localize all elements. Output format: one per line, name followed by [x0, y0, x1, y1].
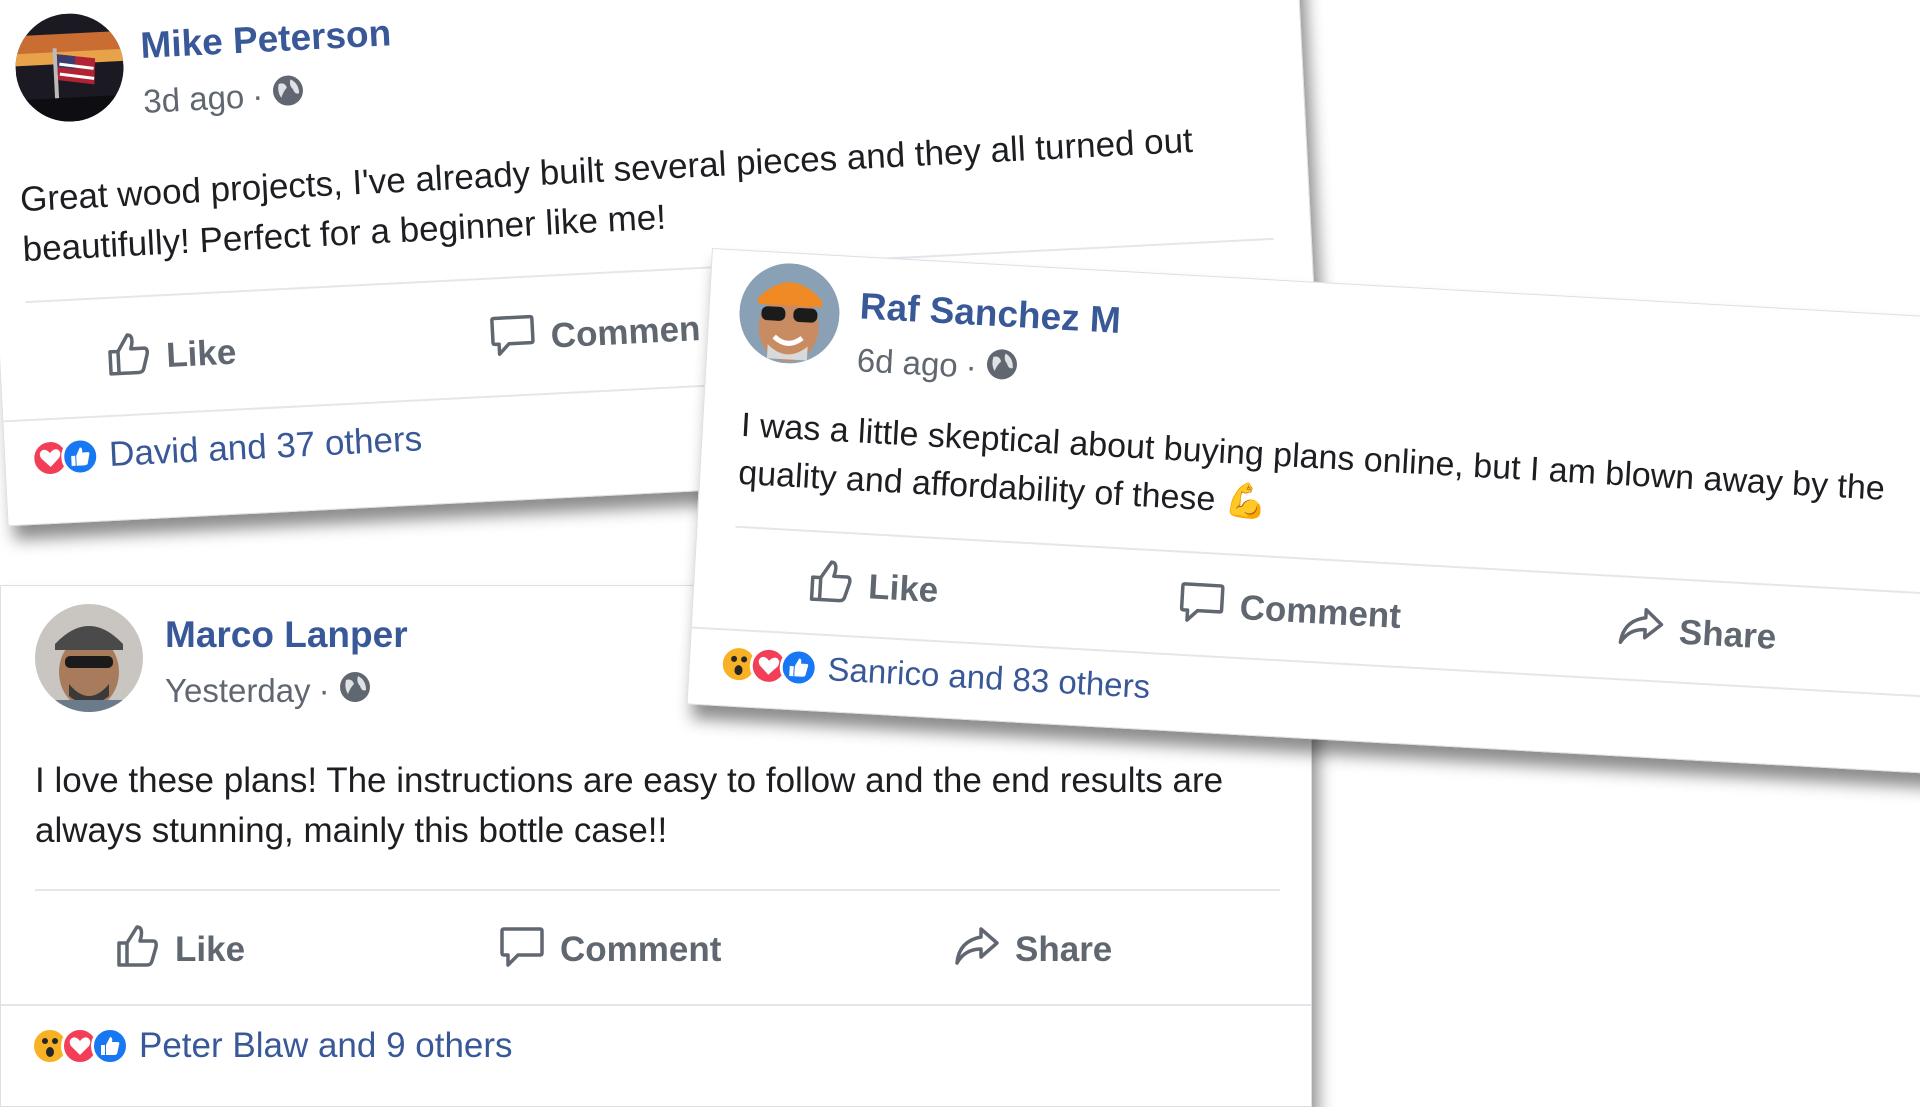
comment-label: Commen	[549, 308, 702, 356]
like-reaction-icon	[778, 647, 819, 688]
share-button[interactable]: Share	[953, 921, 1112, 978]
globe-icon	[270, 73, 306, 117]
action-bar: Like Comment Share	[113, 921, 1112, 978]
action-bar: Like Comment Share	[805, 555, 1778, 666]
post-text-body: I was a little skeptical about buying pl…	[737, 405, 1886, 519]
post-text: I was a little skeptical about buying pl…	[737, 401, 1920, 564]
comment-icon	[1176, 576, 1227, 636]
post-text: Great wood projects, I've already built …	[19, 120, 1194, 269]
post-meta: 3d ago ·	[142, 73, 306, 123]
post-card-raf: Raf Sanchez M 6d ago · I was a little sk…	[686, 248, 1920, 775]
reaction-summary[interactable]: David and 37 others	[30, 419, 423, 479]
post-meta: 6d ago ·	[856, 339, 1020, 390]
share-icon	[953, 921, 1001, 978]
reaction-count: Peter Blaw and 9 others	[139, 1026, 513, 1065]
reaction-count: Sanrico and 83 others	[826, 650, 1152, 706]
share-icon	[1616, 600, 1667, 660]
comment-icon	[487, 308, 538, 367]
post-time[interactable]: Yesterday	[165, 672, 311, 710]
like-button[interactable]: Like	[805, 555, 1180, 633]
like-reaction-icon	[91, 1027, 129, 1065]
thumbs-up-icon	[805, 555, 856, 615]
comment-label: Comment	[1238, 587, 1403, 636]
meta-separator: ·	[251, 76, 265, 115]
avatar[interactable]	[35, 604, 143, 712]
globe-icon	[984, 346, 1020, 390]
divider	[1, 1004, 1311, 1006]
like-label: Like	[175, 929, 246, 969]
reaction-summary[interactable]: Peter Blaw and 9 others	[31, 1026, 513, 1066]
author-name[interactable]: Mike Peterson	[139, 12, 392, 67]
post-text: I love these plans! The instructions are…	[35, 761, 1224, 850]
avatar[interactable]	[12, 10, 127, 125]
meta-separator: ·	[318, 672, 330, 709]
thumbs-up-icon	[103, 328, 154, 387]
thumbs-up-icon	[113, 921, 161, 978]
avatar[interactable]	[736, 260, 843, 367]
reaction-count: David and 37 others	[108, 419, 424, 475]
share-button[interactable]: Share	[1616, 600, 1778, 666]
comment-label: Comment	[560, 929, 722, 969]
globe-icon	[338, 670, 372, 712]
comment-button[interactable]: Commen	[487, 300, 701, 368]
comment-icon	[498, 921, 546, 978]
post-meta: Yesterday ·	[165, 670, 372, 712]
like-button[interactable]: Like	[113, 921, 498, 978]
flexed-biceps-emoji: 💪	[1223, 481, 1269, 522]
like-button[interactable]: Like	[103, 311, 490, 387]
share-label: Share	[1015, 929, 1113, 969]
author-name[interactable]: Marco Lanper	[165, 614, 408, 656]
meta-separator: ·	[964, 347, 978, 385]
divider	[35, 889, 1280, 891]
post-time[interactable]: 3d ago	[142, 78, 245, 121]
like-label: Like	[867, 566, 940, 610]
share-label: Share	[1678, 612, 1778, 657]
post-time[interactable]: 6d ago	[856, 341, 959, 385]
reaction-summary[interactable]: Sanrico and 83 others	[718, 644, 1152, 706]
comment-button[interactable]: Comment	[498, 921, 953, 978]
action-bar: Like Commen	[103, 300, 702, 387]
author-name[interactable]: Raf Sanchez M	[859, 285, 1122, 342]
like-label: Like	[165, 332, 238, 375]
like-reaction-icon	[60, 436, 101, 477]
comment-button[interactable]: Comment	[1176, 576, 1618, 657]
